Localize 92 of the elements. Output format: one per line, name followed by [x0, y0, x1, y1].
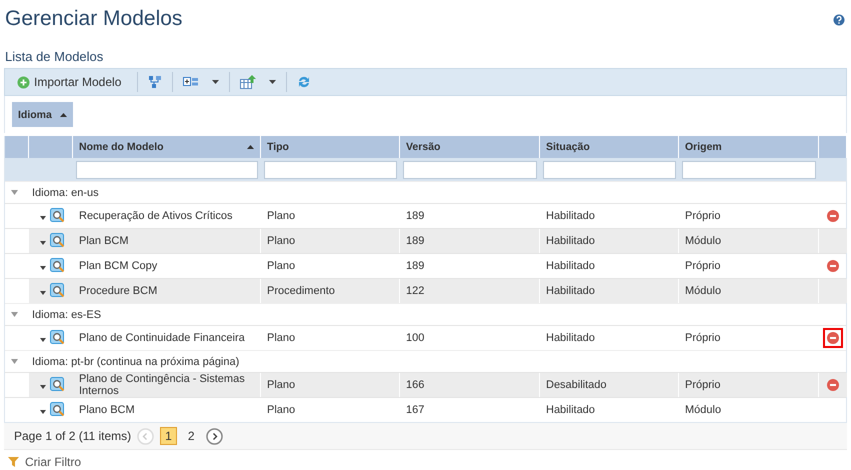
table-row[interactable]: Plano de Contingência - Sistemas Internos Plano 166 Desabilitado Próprio — [29, 373, 847, 397]
table-cell: Plano de Contingência - Sistemas Internos — [73, 373, 261, 397]
page-title: Gerenciar Modelos — [5, 7, 182, 31]
pager-summary: Page 1 of 2 (11 items) — [14, 429, 132, 443]
table-cell: Plano — [261, 254, 400, 278]
table-cell: Próprio — [679, 204, 819, 228]
table-cell: Módulo — [679, 398, 819, 422]
collapse-icon[interactable] — [11, 190, 18, 195]
table-cell: Plano BCM — [73, 398, 261, 422]
filter-field[interactable] — [682, 161, 816, 179]
caret-icon[interactable] — [40, 410, 46, 414]
header-cell — [5, 136, 29, 158]
table-cell: Módulo — [679, 229, 819, 253]
caret-icon[interactable] — [40, 338, 46, 342]
magnifier-icon[interactable] — [50, 376, 65, 392]
table-cell: Plano — [261, 204, 400, 228]
table-cell: Plano — [261, 373, 400, 397]
magnifier-icon[interactable] — [50, 402, 65, 416]
table-row[interactable]: Recuperação de Ativos Críticos Plano 189 Habilitado Próprio — [29, 204, 847, 228]
table-row[interactable]: Procedure BCM Procedimento 122 Habilitado Módulo — [29, 279, 847, 303]
column-header[interactable]: Versão — [400, 136, 540, 158]
columns-icon[interactable] — [183, 76, 200, 88]
table-cell: Próprio — [679, 254, 819, 278]
table-row[interactable]: Plano de Continuidade Financeira Plano 100 Habilitado Próprio — [29, 326, 847, 350]
table-cell: Próprio — [679, 326, 819, 350]
table-cell: Habilitado — [540, 204, 679, 228]
table-cell: 122 — [400, 279, 540, 303]
caret-icon[interactable] — [212, 80, 220, 84]
page-button[interactable]: 1 — [160, 427, 177, 445]
magnifier-icon[interactable] — [50, 282, 65, 298]
table-cell: Habilitado — [540, 398, 679, 422]
table-cell: Plano — [261, 229, 400, 253]
group-label: Idioma: pt-br (continua na próxima página) — [32, 356, 240, 368]
caret-icon[interactable] — [40, 216, 46, 220]
hierarchy-icon[interactable] — [148, 75, 162, 89]
table-cell: Procedimento — [261, 279, 400, 303]
magnifier-icon[interactable] — [50, 232, 65, 248]
table-cell: 189 — [400, 254, 540, 278]
page-button[interactable]: 2 — [182, 427, 200, 445]
table-cell: 189 — [400, 229, 540, 253]
table-cell: 189 — [400, 204, 540, 228]
table-cell: Habilitado — [540, 229, 679, 253]
next-page-icon[interactable] — [206, 428, 223, 444]
caret-icon[interactable] — [40, 241, 46, 245]
delete-button[interactable] — [823, 328, 843, 348]
caret-icon[interactable] — [40, 291, 46, 295]
column-header[interactable]: Origem — [679, 136, 819, 158]
table-row[interactable]: Plan BCM Copy Plano 189 Habilitado Próprio — [29, 254, 847, 278]
table-cell: Desabilitado — [540, 373, 679, 397]
table-cell: Habilitado — [540, 254, 679, 278]
magnifier-icon[interactable] — [50, 330, 65, 344]
caret-icon[interactable] — [40, 266, 46, 270]
list-title: Lista de Modelos — [4, 48, 104, 66]
export-icon[interactable] — [240, 75, 256, 89]
table-cell: Plano — [261, 326, 400, 350]
table-cell: Procedure BCM — [73, 279, 261, 303]
table-cell: Plano — [261, 398, 400, 422]
table-cell: Módulo — [679, 279, 819, 303]
header-cell — [819, 136, 847, 158]
magnifier-icon[interactable] — [50, 258, 65, 272]
caret-icon[interactable] — [269, 80, 276, 84]
help-icon[interactable] — [833, 14, 845, 26]
create-filter-link[interactable]: Criar Filtro — [25, 455, 81, 469]
group-label: Idioma: en-us — [32, 186, 99, 198]
table-cell: Habilitado — [540, 279, 679, 303]
filter-field[interactable] — [76, 161, 258, 179]
import-button[interactable]: Importar Modelo — [13, 75, 128, 89]
plus-icon — [17, 76, 30, 88]
magnifier-icon[interactable] — [50, 208, 65, 222]
table-cell: Plan BCM — [73, 229, 261, 253]
collapse-icon[interactable] — [11, 312, 18, 317]
column-header[interactable]: Nome do Modelo — [73, 136, 261, 158]
table-cell: 100 — [400, 326, 540, 350]
column-header[interactable]: Situação — [540, 136, 679, 158]
header-cell — [29, 136, 73, 158]
table-cell: Plan BCM Copy — [73, 254, 261, 278]
collapse-icon[interactable] — [11, 359, 18, 364]
table-cell: 167 — [400, 398, 540, 422]
table-cell: 166 — [400, 373, 540, 397]
table-cell: Habilitado — [540, 326, 679, 350]
caret-icon[interactable] — [40, 385, 46, 389]
table-row[interactable]: Plano BCM Plano 167 Habilitado Módulo — [29, 398, 847, 422]
filter-field[interactable] — [264, 161, 397, 179]
table-cell: Próprio — [679, 373, 819, 397]
table-cell: Plano de Continuidade Financeira — [73, 326, 261, 350]
table-cell: Recuperação de Ativos Críticos — [73, 204, 261, 228]
filter-field[interactable] — [543, 161, 676, 179]
group-label: Idioma: es-ES — [32, 308, 102, 320]
filter-field[interactable] — [403, 161, 537, 179]
group-chip[interactable]: Idioma — [12, 102, 73, 127]
column-header[interactable]: Tipo — [261, 136, 400, 158]
table-row[interactable]: Plan BCM Plano 189 Habilitado Módulo — [29, 229, 847, 253]
